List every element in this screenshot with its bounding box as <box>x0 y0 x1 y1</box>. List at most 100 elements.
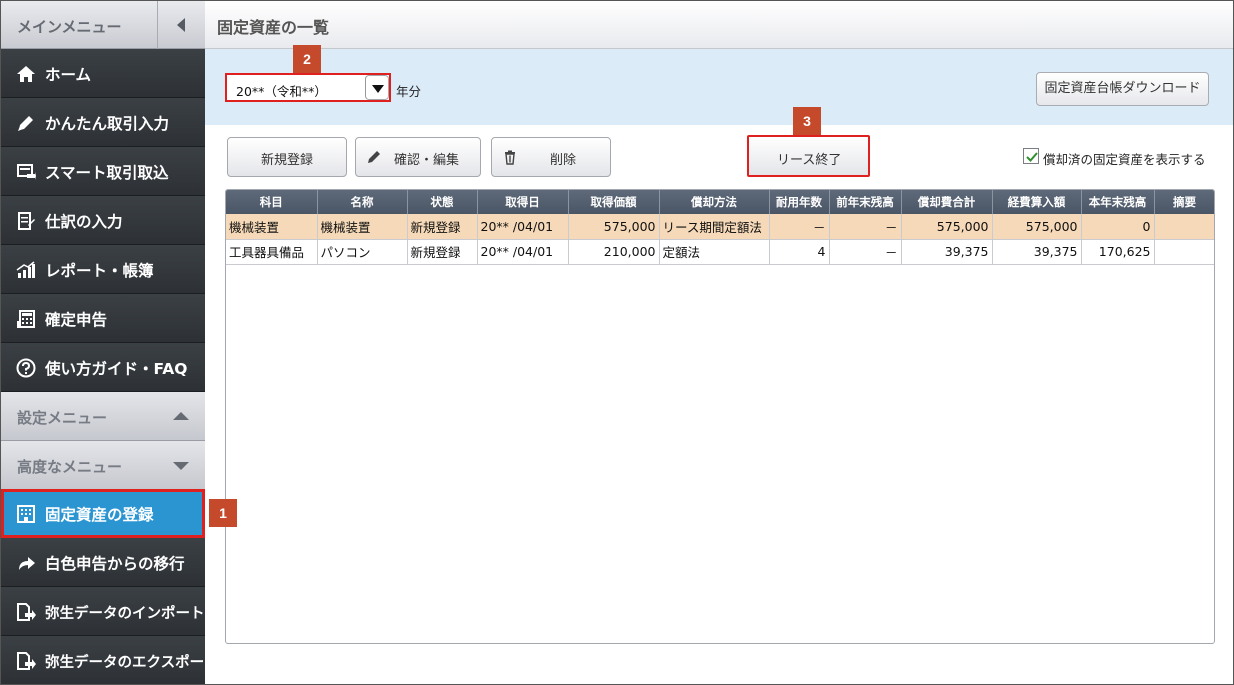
sidebar-item-label: 使い方ガイド・FAQ <box>45 360 188 378</box>
sidebar-item-label: 白色申告からの移行 <box>45 555 185 573</box>
arrow-forward-icon <box>16 553 36 573</box>
app-window: メインメニュー ホーム かんたん取引入力 スマート取引取込 仕訳の入力 レポート… <box>0 0 1234 685</box>
table-cell: 20** /04/01 <box>477 214 569 240</box>
table-cell: パソコン <box>317 239 408 265</box>
page-title: 固定資産の一覧 <box>217 18 330 37</box>
building-icon <box>16 504 36 524</box>
journal-icon <box>16 211 36 231</box>
table-cell: － <box>829 239 902 265</box>
show-depreciated-label: 償却済の固定資産を表示する <box>1043 152 1206 167</box>
main-menu-label: メインメニュー <box>17 18 122 36</box>
table-cell: 工具器具備品 <box>226 239 318 265</box>
table-cell: － <box>769 214 830 240</box>
chevron-down-icon <box>173 462 189 470</box>
sidebar-item-easy-entry[interactable]: かんたん取引入力 <box>1 98 205 147</box>
column-header[interactable]: 取得日 <box>477 190 569 214</box>
year-select[interactable]: 20**（令和**） <box>225 73 391 102</box>
table-cell: 210,000 <box>568 239 660 265</box>
year-select-dropdown-button[interactable] <box>365 75 389 100</box>
sidebar: メインメニュー ホーム かんたん取引入力 スマート取引取込 仕訳の入力 レポート… <box>1 1 219 684</box>
confirm-edit-label: 確認・編集 <box>394 153 460 168</box>
column-header[interactable]: 状態 <box>407 190 478 214</box>
column-header[interactable]: 償却方法 <box>659 190 770 214</box>
asset-ledger-download-button[interactable]: 固定資産台帳ダウンロード <box>1036 72 1209 106</box>
sidebar-item-tax-return[interactable]: 確定申告 <box>1 294 205 343</box>
sidebar-item-journal[interactable]: 仕訳の入力 <box>1 196 205 245</box>
confirm-edit-button[interactable]: 確認・編集 <box>355 137 481 177</box>
callout-badge-1: 1 <box>209 499 237 527</box>
column-header[interactable]: 経費算入額 <box>992 190 1082 214</box>
home-icon <box>16 64 36 84</box>
column-header[interactable]: 本年末残高 <box>1081 190 1155 214</box>
column-header[interactable]: 耐用年数 <box>769 190 830 214</box>
table-cell: リース期間定額法 <box>659 214 770 240</box>
year-suffix-label: 年分 <box>396 84 422 99</box>
advanced-menu-label: 高度なメニュー <box>17 458 123 476</box>
advanced-menu-header[interactable]: 高度なメニュー <box>1 441 205 490</box>
table-cell: 575,000 <box>901 214 993 240</box>
lease-end-label: リース終了 <box>777 153 842 168</box>
callout-badge-3: 3 <box>793 107 821 135</box>
chevron-down-icon <box>372 85 384 93</box>
table-cell: 575,000 <box>992 214 1082 240</box>
table-cell <box>1154 214 1214 240</box>
main-menu-header: メインメニュー <box>1 1 205 49</box>
year-select-value: 20**（令和**） <box>236 84 327 99</box>
import-file-icon <box>16 602 36 622</box>
sidebar-item-label: 弥生データのインポート <box>45 606 205 622</box>
lease-end-button[interactable]: リース終了 <box>747 135 870 177</box>
sidebar-item-label: 固定資産の登録 <box>45 506 154 524</box>
table-cell: 機械装置 <box>226 214 318 240</box>
sidebar-item-label: 仕訳の入力 <box>45 213 123 231</box>
new-registration-label: 新規登録 <box>261 153 314 168</box>
sidebar-item-reports[interactable]: レポート・帳簿 <box>1 245 205 294</box>
sidebar-item-migrate-white-return[interactable]: 白色申告からの移行 <box>1 538 205 587</box>
sidebar-item-label: かんたん取引入力 <box>45 115 170 133</box>
trash-icon <box>502 149 518 165</box>
table-cell: 575,000 <box>568 214 660 240</box>
page-header: 固定資産の一覧 <box>205 1 1233 49</box>
fixed-asset-table: 科目 名称 状態 取得日 取得価額 償却方法 耐用年数 前年末残高 償却費合計 … <box>225 189 1215 644</box>
table-cell: 新規登録 <box>407 239 478 265</box>
pencil-icon <box>16 113 36 133</box>
sidebar-item-label: 確定申告 <box>45 311 108 329</box>
import-icon <box>16 162 36 182</box>
filter-bar: 20**（令和**） 年分 固定資産台帳ダウンロード <box>205 49 1233 125</box>
sidebar-item-smart-import[interactable]: スマート取引取込 <box>1 147 205 196</box>
sidebar-item-home[interactable]: ホーム <box>1 49 205 98</box>
calculator-icon <box>16 309 36 329</box>
pencil-icon <box>366 149 382 165</box>
sidebar-item-fixed-asset-registration[interactable]: 固定資産の登録 <box>1 489 205 538</box>
sidebar-item-label: 弥生データのエクスポート <box>45 655 219 671</box>
table-header-row: 科目 名称 状態 取得日 取得価額 償却方法 耐用年数 前年末残高 償却費合計 … <box>226 190 1214 214</box>
chevron-left-icon <box>177 18 185 32</box>
table-cell: 定額法 <box>659 239 770 265</box>
bar-chart-icon <box>16 260 36 280</box>
column-header[interactable]: 前年末残高 <box>829 190 902 214</box>
settings-menu-header[interactable]: 設定メニュー <box>1 392 205 441</box>
help-icon <box>16 358 36 378</box>
collapse-sidebar-button[interactable] <box>157 1 205 49</box>
export-file-icon <box>16 651 36 671</box>
column-header[interactable]: 取得価額 <box>568 190 660 214</box>
column-header[interactable]: 摘要 <box>1154 190 1214 214</box>
column-header[interactable]: 科目 <box>226 190 318 214</box>
sidebar-item-label: レポート・帳簿 <box>45 262 154 280</box>
column-header[interactable]: 償却費合計 <box>901 190 993 214</box>
table-row[interactable]: 工具器具備品 パソコン 新規登録 20** /04/01 210,000 定額法… <box>226 239 1214 265</box>
sidebar-item-yayoi-export[interactable]: 弥生データのエクスポート <box>1 636 219 684</box>
main-content: 固定資産の一覧 20**（令和**） 年分 固定資産台帳ダウンロード 2 3 新… <box>205 1 1233 684</box>
delete-button[interactable]: 削除 <box>491 137 611 177</box>
new-registration-button[interactable]: 新規登録 <box>227 137 347 177</box>
table-cell: 機械装置 <box>317 214 408 240</box>
table-cell: － <box>829 214 902 240</box>
table-cell: 新規登録 <box>407 214 478 240</box>
show-depreciated-checkbox[interactable] <box>1023 148 1039 164</box>
sidebar-item-guide-faq[interactable]: 使い方ガイド・FAQ <box>1 343 205 392</box>
table-cell: 0 <box>1081 214 1155 240</box>
column-header[interactable]: 名称 <box>317 190 408 214</box>
table-row[interactable]: 機械装置 機械装置 新規登録 20** /04/01 575,000 リース期間… <box>226 214 1214 240</box>
sidebar-item-yayoi-import[interactable]: 弥生データのインポート <box>1 587 205 636</box>
table-cell: 39,375 <box>901 239 993 265</box>
sidebar-item-label: ホーム <box>45 66 92 84</box>
